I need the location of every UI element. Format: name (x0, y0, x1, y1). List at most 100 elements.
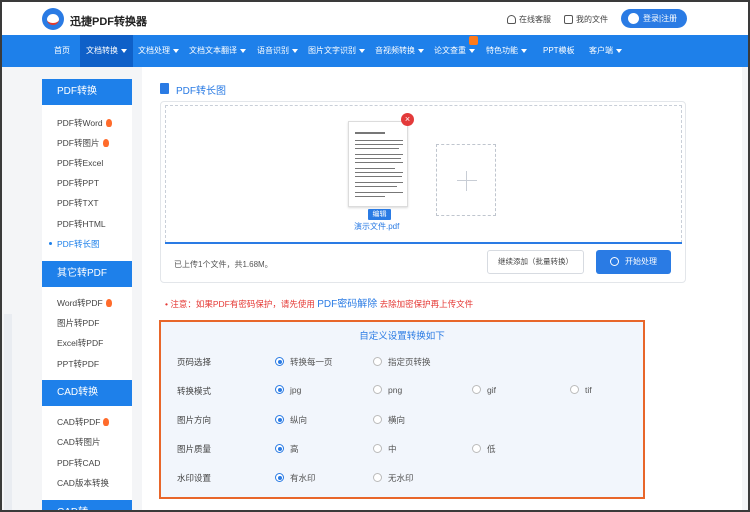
option-label: tif (585, 385, 592, 395)
nav-ocr[interactable]: 图片文字识别 (308, 35, 365, 67)
option-portrait[interactable]: 纵向 (275, 414, 307, 426)
nav-client[interactable]: 客户端 (589, 35, 622, 67)
active-dot-icon (49, 242, 52, 245)
option-gif[interactable]: gif (472, 385, 496, 395)
my-files-label: 我的文件 (576, 15, 608, 24)
option-label: 转换每一页 (290, 357, 333, 367)
sidebar-item-cad-image[interactable]: CAD转图片 (57, 436, 100, 448)
option-tif[interactable]: tif (570, 385, 592, 395)
sidebar-item-label: Word转PDF (57, 298, 103, 308)
sidebar-item-pdf-cad[interactable]: PDF转CAD (57, 457, 100, 469)
nav-label: 图片文字识别 (308, 46, 356, 55)
main-nav: 首页 文档转换 文档处理 文档文本翻译 语音识别 图片文字识别 音视频转换 论文… (2, 35, 748, 67)
option-watermark-on[interactable]: 有水印 (275, 472, 316, 484)
sidebar-section-pdf[interactable]: PDF转换 (42, 79, 132, 105)
hot-flame-icon (102, 139, 109, 147)
nav-label: 特色功能 (486, 46, 518, 55)
option-specific-pages[interactable]: 指定页转换 (373, 356, 431, 368)
sidebar-item-pdf-image[interactable]: PDF转图片 (57, 137, 109, 149)
radio-checked-icon (275, 415, 284, 424)
sidebar-item-cad-pdf[interactable]: CAD转PDF (57, 416, 110, 428)
sidebar-item-cad-version[interactable]: CAD版本转换 (57, 477, 109, 489)
sidebar-section-cad[interactable]: CAD转换 (42, 380, 132, 406)
radio-icon (373, 415, 382, 424)
sidebar-item-pdf-ppt[interactable]: PDF转PPT (57, 177, 99, 189)
window: 迅捷PDF转换器 在线客服 我的文件 登录|注册 首页 文档转换 文档处理 文档… (0, 0, 750, 512)
option-label: jpg (290, 385, 302, 395)
my-files-link[interactable]: 我的文件 (564, 14, 608, 25)
thumb-text-line (355, 168, 395, 169)
option-quality-medium[interactable]: 中 (373, 443, 397, 455)
sidebar-item-label: PDF转长图 (57, 239, 100, 249)
thumb-text-line (355, 162, 403, 163)
sidebar-item-word-pdf[interactable]: Word转PDF (57, 297, 112, 309)
add-file-button[interactable] (436, 144, 496, 216)
nav-ppt[interactable]: PPT模板 (543, 35, 575, 67)
nav-doc-convert[interactable]: 文档转换 (80, 35, 133, 67)
nav-features[interactable]: 特色功能 (486, 35, 527, 67)
thumb-text-line (355, 176, 402, 177)
radio-icon (373, 357, 382, 366)
sidebar-section-other[interactable]: 其它转PDF (42, 261, 132, 287)
sidebar-section-cad-more[interactable]: CAD转 (42, 500, 132, 510)
option-png[interactable]: png (373, 385, 402, 395)
option-label: 中 (388, 444, 397, 454)
hot-flame-icon (105, 299, 112, 307)
thumb-text-line (355, 196, 385, 197)
user-icon (628, 13, 639, 24)
thumb-text-line (355, 140, 403, 141)
sidebar-item-pdf-excel[interactable]: PDF转Excel (57, 157, 103, 169)
customer-service-link[interactable]: 在线客服 (507, 14, 551, 25)
file-name: 演示文件.pdf (354, 222, 400, 231)
option-quality-high[interactable]: 高 (275, 443, 299, 455)
caret-down-icon (121, 48, 127, 53)
option-label: 指定页转换 (388, 357, 431, 367)
option-landscape[interactable]: 横向 (373, 414, 405, 426)
edit-button[interactable]: 编辑 (368, 209, 391, 220)
nav-translate[interactable]: 文档文本翻译 (189, 35, 246, 67)
brand-name[interactable]: 迅捷PDF转换器 (70, 13, 147, 29)
orientation-label: 图片方向 (177, 415, 212, 425)
option-each-page[interactable]: 转换每一页 (275, 356, 333, 368)
sidebar-item-label: CAD转PDF (57, 417, 101, 427)
nav-speech[interactable]: 语音识别 (257, 35, 298, 67)
drop-zone[interactable] (165, 105, 682, 243)
sidebar-item-excel-pdf[interactable]: Excel转PDF (57, 337, 103, 349)
nav-home[interactable]: 首页 (54, 35, 70, 67)
upload-progress-bar (165, 242, 682, 244)
document-icon (160, 83, 169, 94)
thumb-text-line (355, 186, 397, 187)
top-header: 迅捷PDF转换器 在线客服 我的文件 登录|注册 (2, 2, 748, 35)
nav-label: 文档处理 (138, 46, 170, 55)
file-thumbnail[interactable] (348, 121, 408, 207)
sidebar: PDF转换 PDF转Word PDF转图片 PDF转Excel PDF转PPT … (42, 79, 132, 510)
nav-doc-process[interactable]: 文档处理 (138, 35, 179, 67)
sidebar-item-pdf-txt[interactable]: PDF转TXT (57, 197, 99, 209)
caret-down-icon (292, 48, 298, 53)
sidebar-item-pdf-word[interactable]: PDF转Word (57, 117, 112, 129)
pdf-unlock-link[interactable]: PDF密码解除 (317, 299, 377, 310)
sidebar-item-pdf-longimage[interactable]: PDF转长图 (49, 238, 100, 250)
start-process-button[interactable]: 开始处理 (596, 250, 671, 274)
caret-down-icon (240, 48, 246, 53)
hot-flame-icon (105, 119, 112, 127)
page-select-label: 页码选择 (177, 357, 212, 367)
sidebar-item-image-pdf[interactable]: 图片转PDF (57, 317, 100, 329)
nav-av[interactable]: 音视频转换 (375, 35, 424, 67)
customer-service-label: 在线客服 (519, 15, 551, 24)
continue-add-button[interactable]: 继续添加（批量转换） (487, 250, 584, 274)
settings-title: 自定义设置转换如下 (359, 331, 445, 342)
option-label: 纵向 (290, 415, 308, 425)
logo-icon[interactable] (42, 8, 64, 30)
radio-checked-icon (275, 444, 284, 453)
thumb-text-line (355, 144, 403, 145)
option-jpg[interactable]: jpg (275, 385, 301, 395)
page-title: PDF转长图 (176, 86, 226, 97)
option-watermark-off[interactable]: 无水印 (373, 472, 414, 484)
sidebar-item-pdf-html[interactable]: PDF转HTML (57, 218, 106, 230)
option-label: 有水印 (290, 473, 316, 483)
option-quality-low[interactable]: 低 (472, 443, 496, 455)
sidebar-item-ppt-pdf[interactable]: PPT转PDF (57, 358, 99, 370)
login-button[interactable]: 登录|注册 (621, 9, 687, 28)
delete-file-button[interactable]: × (401, 113, 414, 126)
